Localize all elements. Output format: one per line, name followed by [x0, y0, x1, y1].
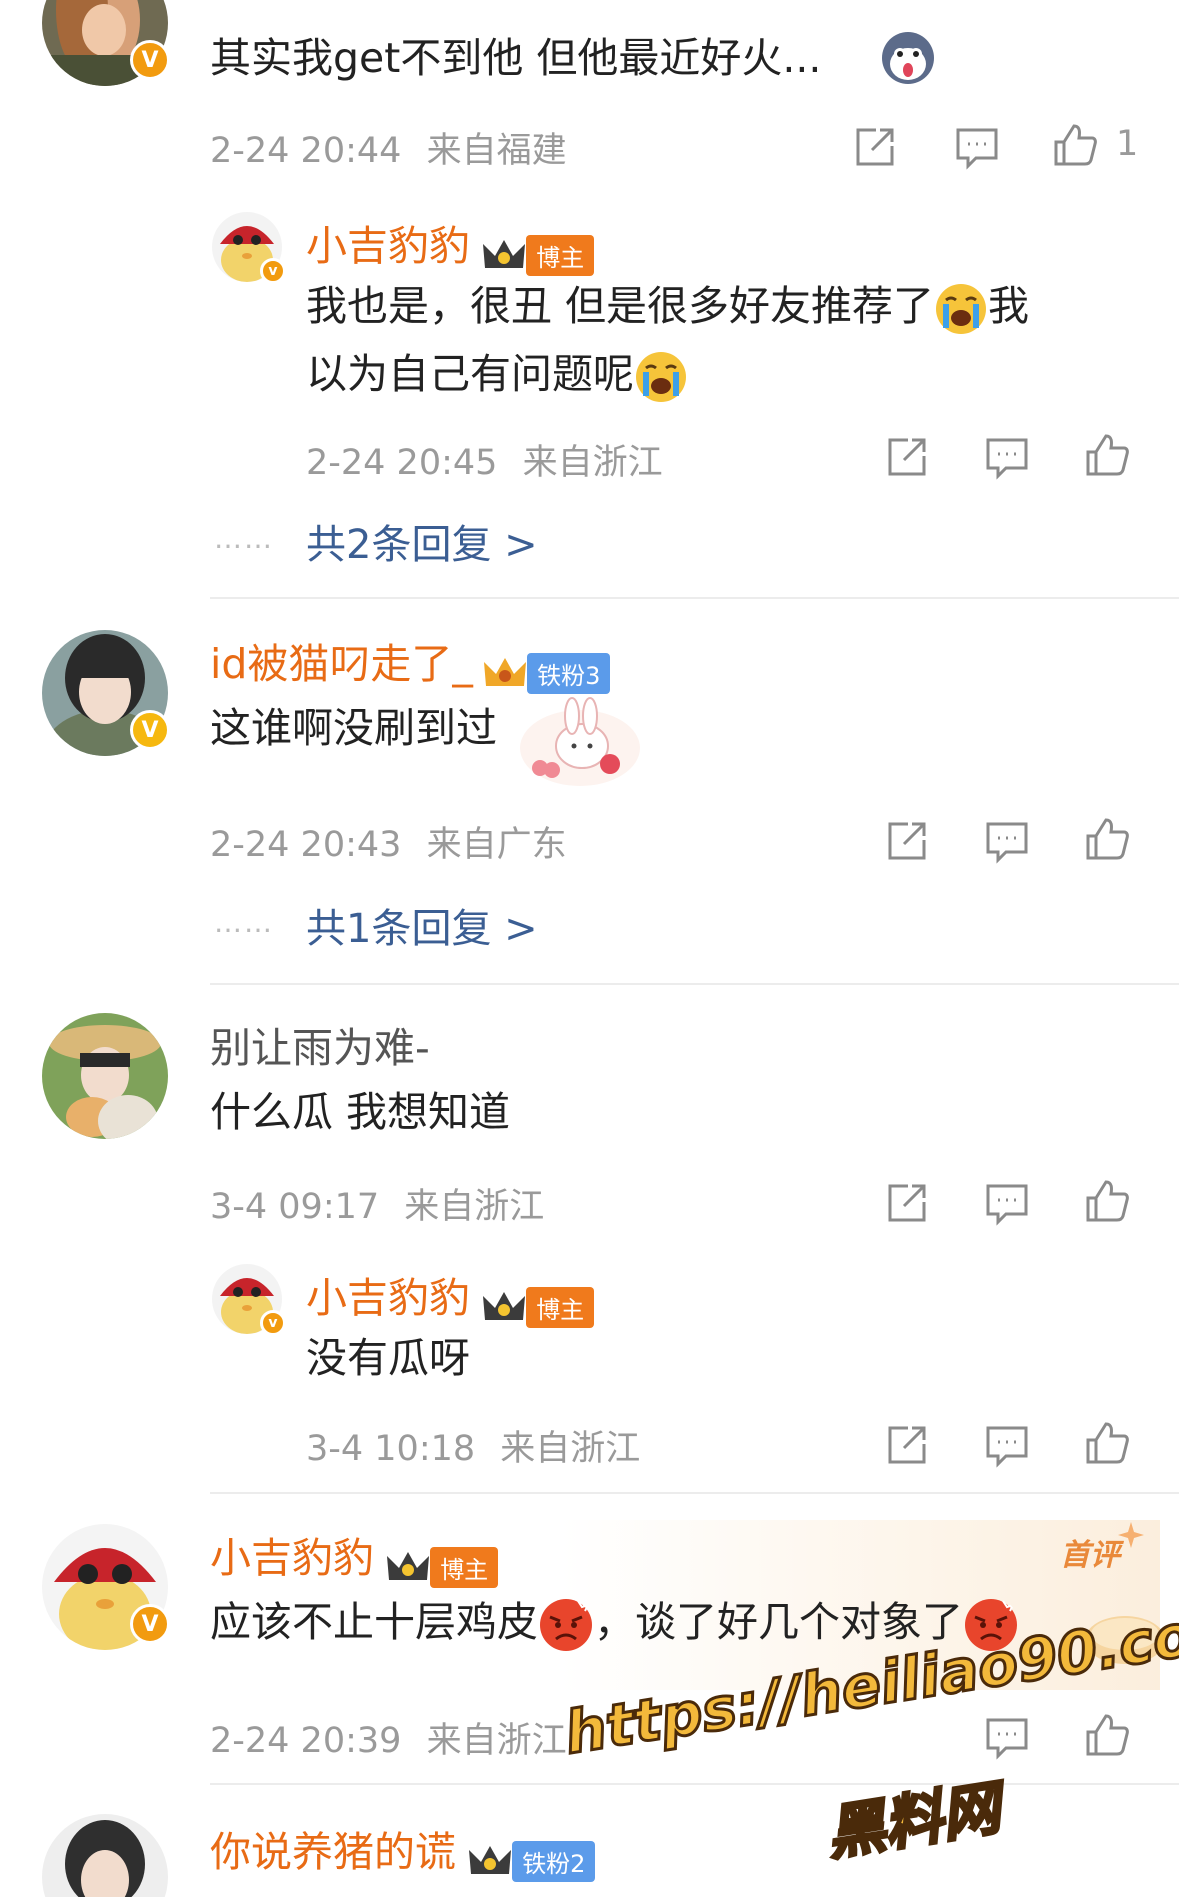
comment-icon[interactable] — [984, 1180, 1030, 1226]
comment-time: 2-24 20:39 — [210, 1721, 402, 1761]
comment-location: 来自广东 — [426, 825, 567, 865]
verified-badge: v — [260, 1310, 286, 1336]
comment-author-row: 你说养猪的谎 铁粉2 — [210, 1818, 596, 1882]
comment-author-row: 小吉豹豹 博主 — [210, 1524, 499, 1588]
comment-list: V 其实我get不到他 但他最近好火... 2-24 20:44 来自福建 1 — [0, 0, 1179, 1897]
crown-icon — [483, 239, 526, 268]
reply-location: 来自浙江 — [500, 1429, 641, 1469]
comment-location: 来自浙江 — [426, 1721, 567, 1761]
rabbit-sticker-icon — [520, 697, 640, 786]
blogger-tag: 博主 — [526, 1287, 595, 1328]
verified-badge: v — [260, 258, 286, 284]
comment-text-part1: 应该不止十层鸡皮 — [210, 1598, 538, 1646]
comment-text: 应该不止十层鸡皮 ，谈了好几个对象了 — [210, 1594, 1019, 1653]
comment-icon[interactable] — [984, 818, 1030, 864]
view-more-replies-link[interactable]: 共1条回复 > — [306, 896, 538, 954]
reply-text-line1: 我也是，很丑 但是很多好友推荐了 — [306, 282, 935, 330]
avatar[interactable]: V — [42, 0, 170, 86]
first-comment-badge: 首评 — [1060, 1538, 1120, 1573]
crown-icon — [484, 657, 527, 686]
sparkle-icon — [1118, 1522, 1144, 1548]
comment-text: 什么瓜 我想知道 — [210, 1088, 511, 1136]
avatar-photo — [42, 1814, 168, 1897]
comment-icon[interactable] — [984, 1714, 1030, 1760]
divider — [210, 597, 1179, 599]
fan-tag: 铁粉2 — [512, 1841, 596, 1882]
blogger-tag: 博主 — [526, 235, 595, 276]
reply-meta: 3-4 10:18 来自浙江 — [306, 1420, 640, 1471]
view-more-replies-link[interactable]: 共2条回复 > — [306, 512, 538, 570]
comment-location: 来自福建 — [426, 131, 567, 171]
comment-icon[interactable] — [984, 434, 1030, 480]
reply-text-line2-row: 以为自己有问题呢 — [306, 346, 688, 404]
verified-badge: V — [130, 710, 170, 750]
watermark-site-name: 黑料网 — [821, 1772, 1007, 1869]
comment-icon[interactable] — [984, 1422, 1030, 1468]
like-icon[interactable] — [1052, 122, 1098, 168]
reply-time: 3-4 10:18 — [306, 1429, 476, 1469]
comment-author-name[interactable]: 你说养猪的谎 — [210, 1828, 456, 1876]
avatar[interactable]: V — [42, 630, 170, 756]
crying-emoji-icon — [636, 352, 686, 402]
share-icon[interactable] — [884, 434, 930, 480]
divider — [210, 1492, 1179, 1494]
divider — [210, 983, 1179, 985]
angry-emoji-icon — [540, 1599, 592, 1651]
comment-meta: 3-4 09:17 来自浙江 — [210, 1178, 544, 1229]
crown-icon — [483, 1291, 526, 1320]
share-icon[interactable] — [884, 1180, 930, 1226]
like-icon[interactable] — [1084, 432, 1130, 478]
avatar[interactable]: v — [212, 212, 286, 284]
reply-location: 来自浙江 — [522, 443, 663, 483]
reply-text: 我也是，很丑 但是很多好友推荐了 我 — [306, 278, 1029, 336]
verified-badge: V — [130, 1604, 170, 1644]
comment-author-name[interactable]: id被猫叼走了_ — [210, 640, 473, 688]
like-icon[interactable] — [1084, 1178, 1130, 1224]
share-icon[interactable] — [884, 1422, 930, 1468]
comment-author-row: id被猫叼走了_ 铁粉3 — [210, 630, 611, 694]
reply-text-line1-end: 我 — [988, 282, 1030, 330]
like-icon[interactable] — [1084, 816, 1130, 862]
comment-author-name[interactable]: 小吉豹豹 — [210, 1534, 374, 1582]
avatar[interactable]: v — [212, 1264, 286, 1336]
reply-text: 没有瓜呀 — [306, 1334, 470, 1382]
reply-author-row: 小吉豹豹 博主 — [306, 1264, 595, 1328]
divider — [210, 1783, 1179, 1785]
avatar[interactable]: V — [42, 1524, 170, 1650]
like-icon[interactable] — [1084, 1712, 1130, 1758]
comment-time: 2-24 20:44 — [210, 131, 402, 171]
comment-time: 2-24 20:43 — [210, 825, 402, 865]
blogger-tag: 博主 — [430, 1547, 499, 1588]
crying-emoji-icon — [936, 284, 987, 334]
comment-meta: 2-24 20:43 来自广东 — [210, 816, 567, 867]
more-dots: …… — [214, 906, 274, 939]
comment-time: 3-4 09:17 — [210, 1187, 380, 1227]
reply-time: 2-24 20:45 — [306, 443, 498, 483]
reply-text-line2: 以为自己有问题呢 — [306, 350, 634, 398]
verified-badge: V — [130, 40, 170, 80]
comment-icon[interactable] — [954, 124, 1000, 170]
avatar-photo — [42, 1013, 168, 1139]
crown-icon — [469, 1845, 512, 1874]
share-icon[interactable] — [852, 124, 898, 170]
avatar[interactable] — [42, 1814, 168, 1897]
avatar[interactable] — [42, 1013, 168, 1139]
comment-author-name[interactable]: 别让雨为难- — [210, 1014, 430, 1074]
comment-text: 这谁啊没刷到过 — [210, 704, 497, 752]
husky-emoji-icon — [882, 32, 934, 84]
like-count: 1 — [1116, 124, 1139, 164]
comment-text-part2: ，谈了好几个对象了 — [594, 1598, 963, 1646]
reply-author-name[interactable]: 小吉豹豹 — [306, 222, 470, 270]
reply-author-row: 小吉豹豹 博主 — [306, 212, 595, 276]
crown-icon — [387, 1551, 430, 1580]
comment-location: 来自浙江 — [404, 1187, 545, 1227]
comment-meta: 2-24 20:39 来自浙江 — [210, 1712, 567, 1763]
more-dots: …… — [214, 522, 274, 555]
reply-author-name[interactable]: 小吉豹豹 — [306, 1274, 470, 1322]
reply-meta: 2-24 20:45 来自浙江 — [306, 434, 663, 485]
comment-meta: 2-24 20:44 来自福建 — [210, 122, 567, 173]
like-icon[interactable] — [1084, 1420, 1130, 1466]
comment-text: 其实我get不到他 但他最近好火... — [210, 34, 822, 82]
share-icon[interactable] — [884, 818, 930, 864]
